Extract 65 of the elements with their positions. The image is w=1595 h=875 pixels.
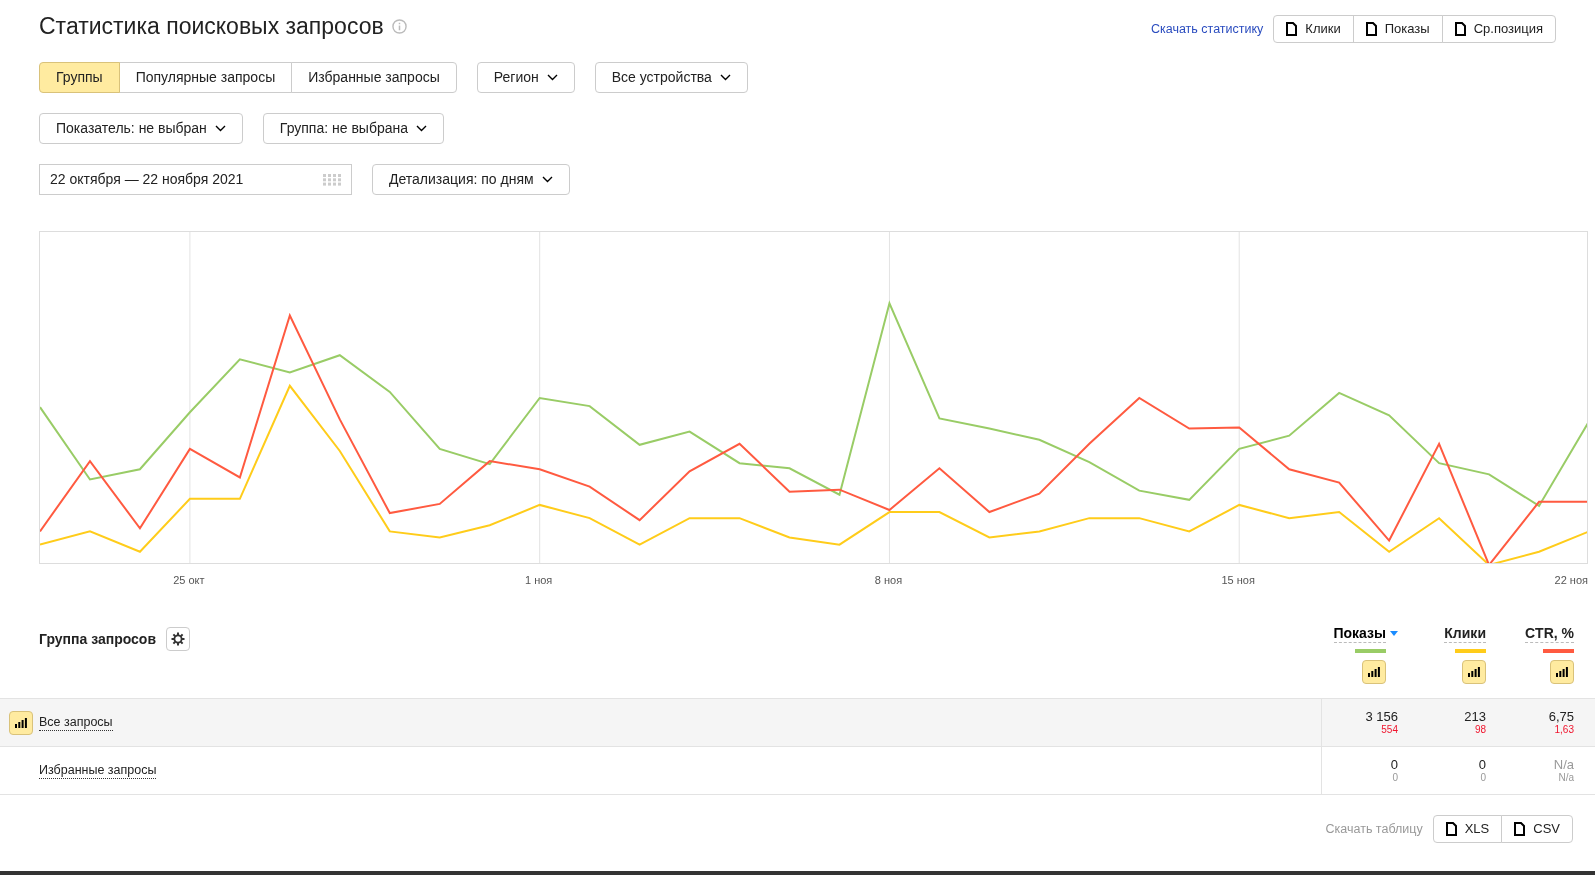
dropdown-button[interactable]: Все устройства: [594, 62, 748, 93]
download-button[interactable]: CSV: [1501, 815, 1573, 843]
settings-button[interactable]: [166, 627, 191, 651]
dropdown-button[interactable]: Детализация: по дням: [372, 164, 570, 195]
column-header[interactable]: CTR, %: [1525, 624, 1574, 643]
x-axis-label: 15 ноя: [1221, 573, 1255, 588]
dropdown-button[interactable]: Группа: не выбрана: [262, 113, 445, 144]
info-icon: [391, 18, 407, 34]
row-name-link[interactable]: Все запросы: [39, 714, 113, 731]
date-range-field[interactable]: 22 октября — 22 ноября 2021: [39, 164, 352, 195]
table-title: Группа запросов: [39, 629, 157, 649]
tab[interactable]: Группы: [39, 62, 120, 93]
bar-chart-icon: [1368, 667, 1380, 677]
bar-chart-icon: [15, 717, 27, 728]
x-axis-label: 25 окт: [173, 573, 205, 588]
value-text: 0: [1478, 757, 1486, 772]
x-axis-label: 8 ноя: [874, 573, 903, 588]
document-icon: [1454, 22, 1466, 36]
dropdown-button[interactable]: Регион: [476, 62, 575, 93]
delta-text: 0: [1392, 772, 1398, 784]
chevron-down-icon: [541, 176, 553, 183]
download-button[interactable]: XLS: [1432, 815, 1503, 843]
settings-icon: [171, 632, 186, 646]
table-row[interactable]: Избранные запросы 0 0 0 0 N/a N/a: [0, 747, 1595, 795]
download-table-label: Скачать таблицу: [1325, 820, 1423, 838]
chevron-down-icon: [546, 74, 558, 81]
value-text: 6,75: [1548, 709, 1574, 724]
chart-toggle-button[interactable]: [1462, 660, 1486, 684]
download-button[interactable]: Ср.позиция: [1441, 15, 1556, 43]
column-header[interactable]: Показы: [1333, 624, 1398, 643]
chevron-down-icon: [214, 125, 226, 132]
chart-toggle-button[interactable]: [1550, 660, 1574, 684]
document-icon: [1286, 22, 1298, 36]
document-icon: [1365, 22, 1377, 36]
value-text: 213: [1464, 709, 1486, 724]
value-text: 3 156: [1365, 709, 1398, 724]
sort-arrow-icon: [1390, 631, 1398, 636]
column-header[interactable]: Клики: [1444, 624, 1486, 643]
dropdown-button[interactable]: Показатель: не выбран: [39, 113, 243, 144]
delta-text: 98: [1474, 724, 1486, 736]
download-stats-link[interactable]: Скачать статистику: [1150, 19, 1264, 39]
chevron-down-icon: [719, 74, 731, 81]
delta-text: 1,63: [1554, 724, 1574, 736]
x-axis-label: 22 ноя: [1554, 573, 1588, 588]
page-title: Статистика поисковых запросов: [39, 12, 384, 40]
download-button[interactable]: Показы: [1352, 15, 1443, 43]
delta-text: N/a: [1558, 772, 1574, 784]
delta-text: 0: [1480, 772, 1486, 784]
delta-text: 554: [1381, 724, 1398, 736]
calendar-icon: [323, 173, 341, 186]
chart-toggle-button[interactable]: [9, 710, 33, 735]
tab[interactable]: Избранные запросы: [291, 62, 457, 93]
document-icon: [1514, 822, 1526, 836]
table-row[interactable]: Все запросы 3 156 554 213 98 6,75 1,63: [0, 699, 1595, 747]
download-button[interactable]: Клики: [1273, 15, 1354, 43]
row-name-link[interactable]: Избранные запросы: [39, 762, 157, 779]
document-icon: [1445, 822, 1457, 836]
bar-chart-icon: [1556, 667, 1568, 677]
chart-toggle-button[interactable]: [1362, 660, 1386, 684]
tab[interactable]: Популярные запросы: [118, 62, 293, 93]
value-text: 0: [1390, 757, 1398, 772]
value-text: N/a: [1553, 757, 1574, 772]
bar-chart-icon: [1468, 667, 1480, 677]
x-axis-label: 1 ноя: [525, 573, 553, 588]
chevron-down-icon: [416, 125, 428, 132]
